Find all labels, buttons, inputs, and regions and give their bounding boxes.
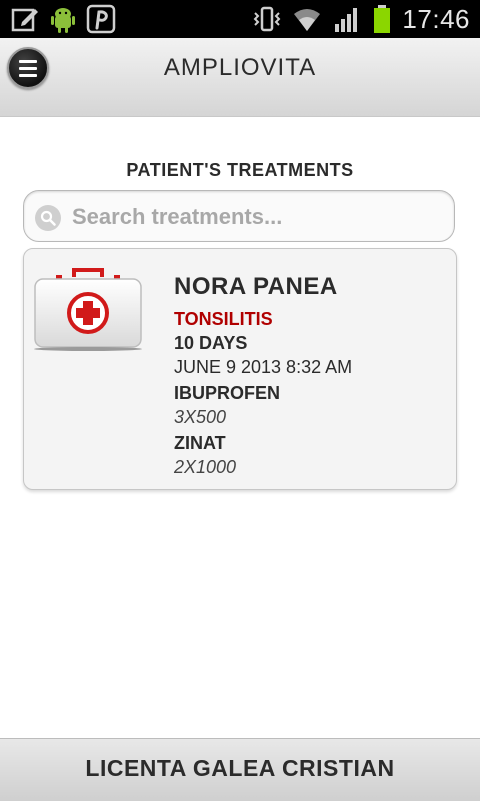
app-title: AMPLIOVITA [163,54,317,81]
medication-name: IBUPROFEN [174,383,281,403]
vibrate-icon [252,4,282,34]
wifi-icon [292,4,322,34]
clock-time: 17:46 [402,3,470,34]
treatment-card[interactable]: NORA PANEA TONSILITIS 10 DAYS JUNE 9 201… [23,248,457,490]
first-aid-kit-icon [32,267,144,351]
medication-name: ZINAT [174,433,226,453]
page-title: PATIENT'S TREATMENTS [126,160,354,180]
medication-dose: 3X500 [174,407,227,427]
medication-dose: 2X1000 [174,457,237,477]
footer-bar: LICENTA GALEA CRISTIAN [0,738,480,801]
pinterest-icon [86,4,116,34]
treatment-date: JUNE 9 2013 8:32 AM [174,357,353,377]
edit-icon [10,4,40,34]
search-box [23,190,455,242]
footer-text: LICENTA GALEA CRISTIAN [85,755,395,781]
app-header: AMPLIOVITA [0,38,480,117]
treatment-duration: 10 DAYS [174,333,248,353]
search-icon [35,205,61,231]
battery-icon [372,4,392,34]
status-bar: 17:46 [0,0,480,38]
diagnosis: TONSILITIS [174,309,273,329]
android-icon [48,4,78,34]
signal-icon [332,4,362,34]
search-input[interactable] [70,201,444,233]
patient-name: NORA PANEA [174,273,338,300]
